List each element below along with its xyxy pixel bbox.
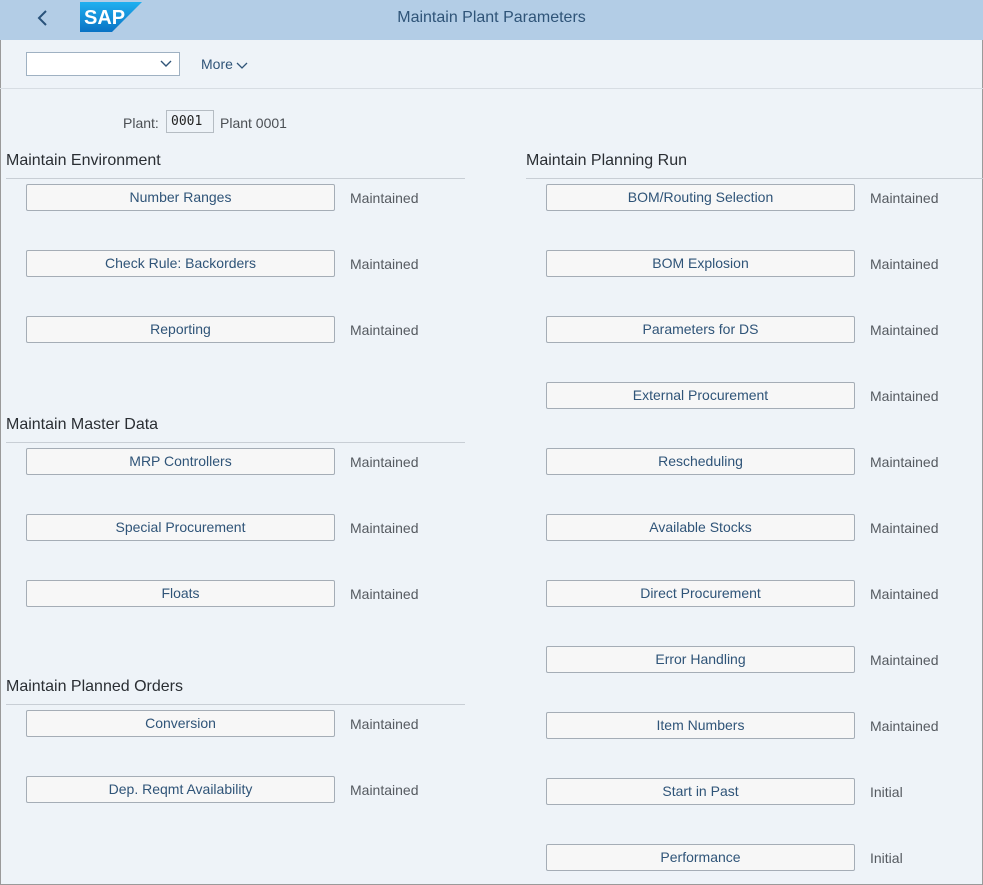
status-text: Maintained <box>870 454 939 470</box>
parameters-for-ds-button[interactable]: Parameters for DS <box>546 316 855 343</box>
rescheduling-button[interactable]: Rescheduling <box>546 448 855 475</box>
variant-dropdown[interactable] <box>26 52 180 76</box>
section-heading-planning-run: Maintain Planning Run <box>526 152 983 179</box>
section-heading-environment: Maintain Environment <box>6 152 465 179</box>
status-text: Maintained <box>350 190 419 206</box>
back-button[interactable] <box>30 4 56 32</box>
status-text: Maintained <box>350 256 419 272</box>
plant-description: Plant 0001 <box>220 115 287 131</box>
dep-reqmt-availability-button[interactable]: Dep. Reqmt Availability <box>26 776 335 803</box>
conversion-button[interactable]: Conversion <box>26 710 335 737</box>
sap-logo: SAP <box>80 2 142 32</box>
toolbar: More <box>0 40 983 89</box>
check-rule-backorders-button[interactable]: Check Rule: Backorders <box>26 250 335 277</box>
status-text: Maintained <box>870 322 939 338</box>
section-heading-planned-orders: Maintain Planned Orders <box>6 678 465 705</box>
available-stocks-button[interactable]: Available Stocks <box>546 514 855 541</box>
status-text: Initial <box>870 784 903 800</box>
item-numbers-button[interactable]: Item Numbers <box>546 712 855 739</box>
status-text: Maintained <box>870 652 939 668</box>
special-procurement-button[interactable]: Special Procurement <box>26 514 335 541</box>
status-text: Maintained <box>350 716 419 732</box>
status-text: Maintained <box>350 322 419 338</box>
error-handling-button[interactable]: Error Handling <box>546 646 855 673</box>
performance-button[interactable]: Performance <box>546 844 855 871</box>
number-ranges-button[interactable]: Number Ranges <box>26 184 335 211</box>
bom-explosion-button[interactable]: BOM Explosion <box>546 250 855 277</box>
shell-bar: SAP Maintain Plant Parameters <box>0 0 983 40</box>
status-text: Maintained <box>870 190 939 206</box>
chevron-down-icon <box>236 62 248 70</box>
status-text: Maintained <box>350 782 419 798</box>
floats-button[interactable]: Floats <box>26 580 335 607</box>
status-text: Maintained <box>350 520 419 536</box>
status-text: Maintained <box>870 388 939 404</box>
status-text: Initial <box>870 850 903 866</box>
mrp-controllers-button[interactable]: MRP Controllers <box>26 448 335 475</box>
more-menu-button[interactable]: More <box>201 56 248 72</box>
status-text: Maintained <box>870 586 939 602</box>
status-text: Maintained <box>350 454 419 470</box>
logo-text: SAP <box>84 7 125 29</box>
direct-procurement-button[interactable]: Direct Procurement <box>546 580 855 607</box>
status-text: Maintained <box>350 586 419 602</box>
status-text: Maintained <box>870 520 939 536</box>
plant-label: Plant: <box>123 115 159 131</box>
reporting-button[interactable]: Reporting <box>26 316 335 343</box>
external-procurement-button[interactable]: External Procurement <box>546 382 855 409</box>
start-in-past-button[interactable]: Start in Past <box>546 778 855 805</box>
bom-routing-selection-button[interactable]: BOM/Routing Selection <box>546 184 855 211</box>
section-heading-master-data: Maintain Master Data <box>6 416 465 443</box>
chevron-left-icon <box>37 10 47 26</box>
status-text: Maintained <box>870 256 939 272</box>
more-label: More <box>201 56 233 72</box>
page-title: Maintain Plant Parameters <box>397 9 586 26</box>
status-text: Maintained <box>870 718 939 734</box>
plant-field[interactable]: 0001 <box>166 110 214 133</box>
chevron-down-icon <box>160 60 172 67</box>
